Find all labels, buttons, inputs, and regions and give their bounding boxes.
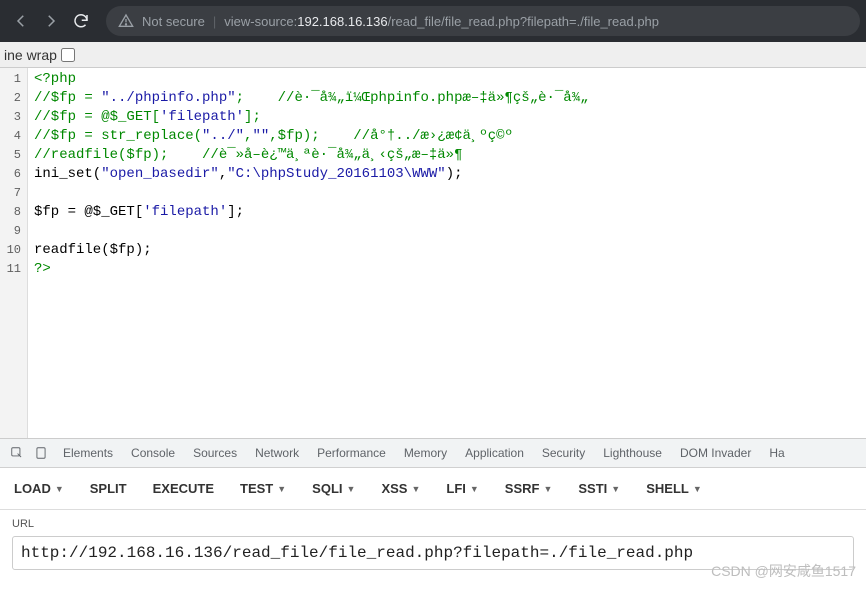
- hackbar-test-button[interactable]: TEST ▼: [232, 468, 294, 510]
- url-input[interactable]: [12, 536, 854, 570]
- reload-button[interactable]: [66, 6, 96, 36]
- line-number: 4: [0, 127, 21, 146]
- hackbar-button-label: XSS: [381, 481, 407, 496]
- line-number: 5: [0, 146, 21, 165]
- line-number: 3: [0, 108, 21, 127]
- linewrap-bar: ine wrap: [0, 42, 866, 68]
- line-number: 8: [0, 203, 21, 222]
- devtools-tab-application[interactable]: Application: [456, 438, 533, 468]
- omnibox-separator: |: [213, 14, 216, 29]
- hackbar-button-label: SPLIT: [90, 481, 127, 496]
- chevron-down-icon: ▼: [470, 484, 479, 494]
- hackbar-button-label: TEST: [240, 481, 273, 496]
- devtools-tab-elements[interactable]: Elements: [54, 438, 122, 468]
- devtools-tab-console[interactable]: Console: [122, 438, 184, 468]
- devtools-tab-performance[interactable]: Performance: [308, 438, 395, 468]
- source-line: [34, 184, 589, 203]
- hackbar-button-label: LFI: [446, 481, 466, 496]
- hackbar-xss-button[interactable]: XSS ▼: [373, 468, 428, 510]
- linewrap-label: ine wrap: [4, 47, 57, 63]
- hackbar-sqli-button[interactable]: SQLI ▼: [304, 468, 363, 510]
- chevron-down-icon: ▼: [543, 484, 552, 494]
- url-section: URL: [0, 510, 866, 570]
- chevron-down-icon: ▼: [277, 484, 286, 494]
- line-number: 10: [0, 241, 21, 260]
- hackbar-button-label: SHELL: [646, 481, 689, 496]
- not-secure-label: Not secure: [142, 14, 205, 29]
- url-path: /read_file/file_read.php?filepath=./file…: [388, 14, 659, 29]
- line-number: 7: [0, 184, 21, 203]
- source-line: $fp = @$_GET['filepath'];: [34, 203, 589, 222]
- address-bar[interactable]: Not secure | view-source: 192.168.16.136…: [106, 6, 860, 36]
- url-prefix: view-source:: [224, 14, 297, 29]
- chevron-down-icon: ▼: [347, 484, 356, 494]
- hackbar-lfi-button[interactable]: LFI ▼: [438, 468, 486, 510]
- chevron-down-icon: ▼: [55, 484, 64, 494]
- hackbar-button-label: LOAD: [14, 481, 51, 496]
- linewrap-checkbox[interactable]: [61, 48, 75, 62]
- devtools-tab-lighthouse[interactable]: Lighthouse: [594, 438, 671, 468]
- source-line: ?>: [34, 260, 589, 279]
- devtools-tabstrip: ElementsConsoleSourcesNetworkPerformance…: [0, 438, 866, 468]
- source-line: //$fp = str_replace("../","",$fp); //å°†…: [34, 127, 589, 146]
- line-number: 1: [0, 70, 21, 89]
- not-secure-icon: [118, 13, 134, 29]
- source-line: [34, 222, 589, 241]
- devtools-tab-dom-invader[interactable]: DOM Invader: [671, 438, 760, 468]
- device-toggle-icon[interactable]: [30, 442, 52, 464]
- devtools-tab-ha[interactable]: Ha: [760, 438, 793, 468]
- source-code: <?php//$fp = "../phpinfo.php"; //è·¯å¾„ï…: [28, 68, 595, 438]
- hackbar-split-button[interactable]: SPLIT: [82, 468, 135, 510]
- source-line: //$fp = @$_GET['filepath'];: [34, 108, 589, 127]
- url-field-label: URL: [12, 518, 854, 530]
- hackbar-button-label: SQLI: [312, 481, 342, 496]
- hackbar-toolbar: LOAD▼SPLITEXECUTETEST▼SQLI▼XSS▼LFI▼SSRF▼…: [0, 468, 866, 510]
- hackbar-button-label: EXECUTE: [153, 481, 214, 496]
- hackbar-execute-button[interactable]: EXECUTE: [145, 468, 222, 510]
- line-number: 6: [0, 165, 21, 184]
- chevron-down-icon: ▼: [693, 484, 702, 494]
- hackbar-ssti-button[interactable]: SSTI ▼: [570, 468, 628, 510]
- chevron-down-icon: ▼: [411, 484, 420, 494]
- chevron-down-icon: ▼: [611, 484, 620, 494]
- hackbar-ssrf-button[interactable]: SSRF▼: [497, 468, 561, 510]
- hackbar-shell-button[interactable]: SHELL ▼: [638, 468, 710, 510]
- back-button[interactable]: [6, 6, 36, 36]
- devtools-tab-memory[interactable]: Memory: [395, 438, 456, 468]
- line-number: 2: [0, 89, 21, 108]
- devtools-tab-sources[interactable]: Sources: [184, 438, 246, 468]
- source-line: ini_set("open_basedir","C:\phpStudy_2016…: [34, 165, 589, 184]
- forward-button[interactable]: [36, 6, 66, 36]
- line-number: 11: [0, 260, 21, 279]
- hackbar-button-label: SSTI: [578, 481, 607, 496]
- url-host: 192.168.16.136: [297, 14, 387, 29]
- hackbar-button-label: SSRF: [505, 481, 540, 496]
- hackbar-load-button[interactable]: LOAD ▼: [6, 468, 72, 510]
- source-line: //readfile($fp); //è¯»å–è¿™ä¸ªè·¯å¾„ä¸‹ç…: [34, 146, 589, 165]
- devtools-tab-network[interactable]: Network: [246, 438, 308, 468]
- source-line: //$fp = "../phpinfo.php"; //è·¯å¾„ï¼Œphp…: [34, 89, 589, 108]
- line-number: 9: [0, 222, 21, 241]
- source-line: <?php: [34, 70, 589, 89]
- source-line: readfile($fp);: [34, 241, 589, 260]
- source-viewer: 1234567891011 <?php//$fp = "../phpinfo.p…: [0, 68, 866, 438]
- line-number-gutter: 1234567891011: [0, 68, 28, 438]
- browser-toolbar: Not secure | view-source: 192.168.16.136…: [0, 0, 866, 42]
- devtools-tab-security[interactable]: Security: [533, 438, 594, 468]
- inspect-icon[interactable]: [6, 442, 28, 464]
